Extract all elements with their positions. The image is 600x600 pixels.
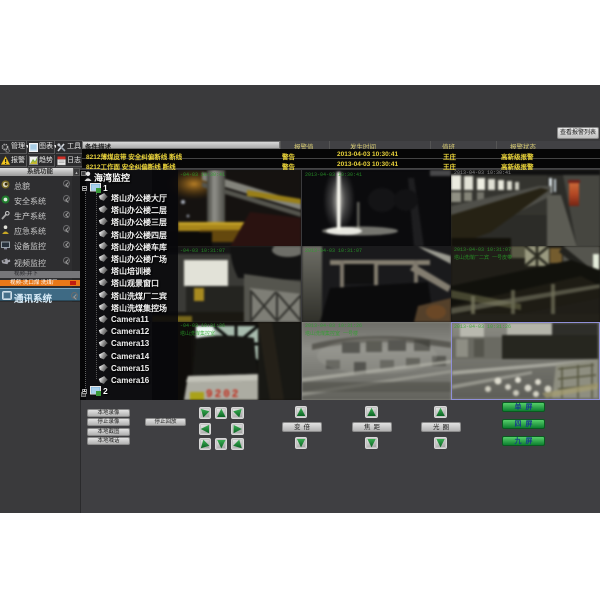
svg-text:9202: 9202 bbox=[206, 389, 240, 400]
